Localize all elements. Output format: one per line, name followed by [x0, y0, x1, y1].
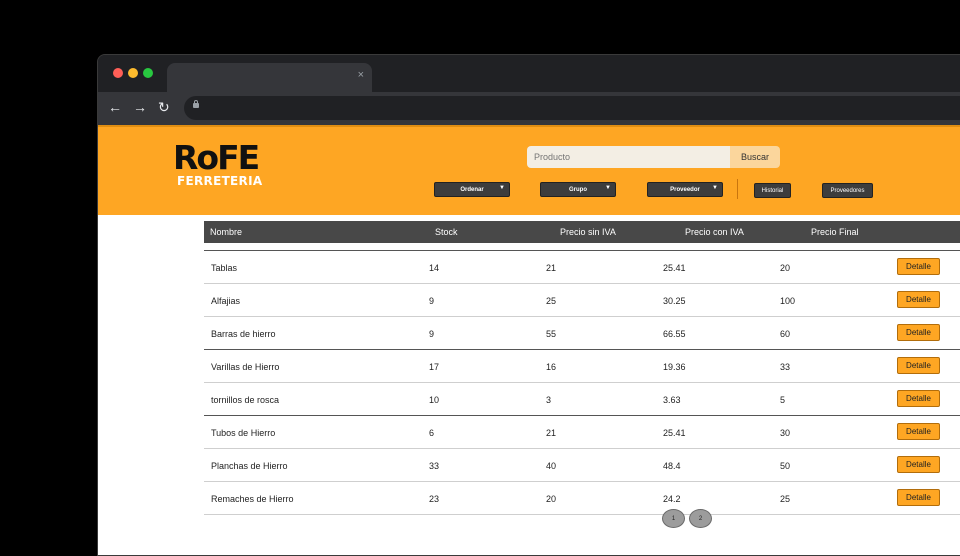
header-divider	[737, 179, 738, 199]
cell-precio-sin-iva: 3	[546, 395, 552, 405]
page-viewport: RoFE FERRETERIA Buscar Ordenar ▼ Grupo ▼…	[98, 125, 960, 555]
table-header: Nombre Stock Precio sin IVA Precio con I…	[204, 221, 960, 243]
cell-precio-con-iva: 30.25	[663, 296, 686, 306]
group-select[interactable]: Grupo ▼	[540, 182, 616, 197]
cell-precio-sin-iva: 21	[546, 263, 557, 273]
cell-nombre: Remaches de Hierro	[211, 494, 294, 504]
cell-precio-con-iva: 25.41	[663, 263, 686, 273]
supplier-select[interactable]: Proveedor ▼	[647, 182, 723, 197]
cell-stock: 23	[429, 494, 440, 504]
chevron-down-icon: ▼	[712, 185, 718, 191]
supplier-select-label: Proveedor	[670, 186, 700, 193]
reload-icon[interactable]: ↻	[158, 99, 170, 115]
page-button-2[interactable]: 2	[689, 509, 712, 528]
cell-nombre: tornillos de rosca	[211, 395, 280, 405]
chevron-down-icon: ▼	[499, 185, 505, 191]
cell-stock: 10	[429, 395, 440, 405]
tab-bar: ×	[98, 55, 960, 92]
chevron-down-icon: ▼	[605, 185, 611, 191]
detail-button[interactable]: Detalle	[897, 324, 940, 341]
cell-nombre: Tablas	[211, 263, 238, 273]
search-button[interactable]: Buscar	[730, 146, 780, 168]
detail-button[interactable]: Detalle	[897, 258, 940, 275]
cell-precio-sin-iva: 55	[546, 329, 557, 339]
cell-precio-sin-iva: 25	[546, 296, 557, 306]
cell-precio-con-iva: 25.41	[663, 428, 686, 438]
logo[interactable]: RoFE FERRETERIA	[173, 141, 273, 191]
logo-wordmark: RoFE	[173, 138, 260, 177]
column-header-precio-con-iva: Precio con IVA	[685, 227, 744, 237]
table-row: Alfajias 9 25 30.25 100 Detalle	[204, 284, 960, 317]
sort-select[interactable]: Ordenar ▼	[434, 182, 510, 197]
minimize-window-dot[interactable]	[128, 68, 138, 78]
group-select-label: Grupo	[569, 186, 587, 193]
maximize-window-dot[interactable]	[143, 68, 153, 78]
browser-tab[interactable]: ×	[167, 63, 372, 92]
column-header-nombre: Nombre	[210, 227, 243, 237]
address-bar[interactable]	[184, 96, 960, 120]
table-row: tornillos de rosca 10 3 3.63 5 Detalle	[204, 383, 960, 416]
table-row: Tablas 14 21 25.41 20 Detalle	[204, 251, 960, 284]
cell-precio-con-iva: 19.36	[663, 362, 686, 372]
column-header-precio-sin-iva: Precio sin IVA	[560, 227, 616, 237]
cell-precio-final: 25	[780, 494, 791, 504]
column-header-stock: Stock	[435, 227, 458, 237]
cell-precio-sin-iva: 21	[546, 428, 557, 438]
page-button-1[interactable]: 1	[662, 509, 685, 528]
lock-icon	[193, 100, 199, 108]
back-arrow-icon[interactable]: ←	[108, 99, 122, 115]
table-row: Planchas de Hierro 33 40 48.4 50 Detalle	[204, 449, 960, 482]
cell-precio-final: 30	[780, 428, 791, 438]
search-input[interactable]	[527, 146, 730, 168]
cell-stock: 9	[429, 296, 435, 306]
logo-subtitle: FERRETERIA	[177, 174, 263, 188]
history-button[interactable]: Historial	[754, 183, 791, 198]
cell-precio-sin-iva: 40	[546, 461, 557, 471]
cell-stock: 17	[429, 362, 440, 372]
cell-nombre: Varillas de Hierro	[211, 362, 280, 372]
products-table: Nombre Stock Precio sin IVA Precio con I…	[204, 221, 960, 515]
detail-button[interactable]: Detalle	[897, 456, 940, 473]
detail-button[interactable]: Detalle	[897, 489, 940, 506]
cell-precio-final: 20	[780, 263, 791, 273]
cell-precio-con-iva: 3.63	[663, 395, 681, 405]
detail-button[interactable]: Detalle	[897, 291, 940, 308]
sort-select-label: Ordenar	[460, 186, 484, 193]
browser-window: × ← → ↻ RoFE FERRETERIA Buscar Ordenar ▼…	[97, 54, 960, 556]
cell-precio-final: 5	[780, 395, 786, 405]
cell-nombre: Planchas de Hierro	[211, 461, 288, 471]
browser-toolbar: ← → ↻	[98, 92, 960, 125]
table-row: Barras de hierro 9 55 66.55 60 Detalle	[204, 317, 960, 350]
detail-button[interactable]: Detalle	[897, 357, 940, 374]
cell-precio-final: 33	[780, 362, 791, 372]
cell-precio-final: 60	[780, 329, 791, 339]
cell-nombre: Alfajias	[211, 296, 241, 306]
close-window-dot[interactable]	[113, 68, 123, 78]
table-row: Varillas de Hierro 17 16 19.36 33 Detalle	[204, 350, 960, 383]
table-header-spacer	[204, 243, 960, 251]
cell-precio-final: 100	[780, 296, 796, 306]
cell-nombre: Tubos de Hierro	[211, 428, 276, 438]
cell-stock: 6	[429, 428, 435, 438]
column-header-precio-final: Precio Final	[811, 227, 859, 237]
suppliers-button[interactable]: Proveedores	[822, 183, 873, 198]
table-row: Remaches de Hierro 23 20 24.2 25 Detalle	[204, 482, 960, 515]
cell-precio-final: 50	[780, 461, 791, 471]
forward-arrow-icon[interactable]: →	[133, 99, 147, 115]
cell-precio-con-iva: 48.4	[663, 461, 681, 471]
detail-button[interactable]: Detalle	[897, 423, 940, 440]
cell-stock: 33	[429, 461, 440, 471]
cell-precio-con-iva: 66.55	[663, 329, 686, 339]
site-header: RoFE FERRETERIA Buscar Ordenar ▼ Grupo ▼…	[98, 125, 960, 215]
cell-precio-sin-iva: 20	[546, 494, 557, 504]
cell-stock: 14	[429, 263, 440, 273]
detail-button[interactable]: Detalle	[897, 390, 940, 407]
cell-stock: 9	[429, 329, 435, 339]
cell-nombre: Barras de hierro	[211, 329, 276, 339]
table-row: Tubos de Hierro 6 21 25.41 30 Detalle	[204, 416, 960, 449]
tab-close-icon[interactable]: ×	[358, 69, 364, 81]
cell-precio-con-iva: 24.2	[663, 494, 681, 504]
cell-precio-sin-iva: 16	[546, 362, 557, 372]
